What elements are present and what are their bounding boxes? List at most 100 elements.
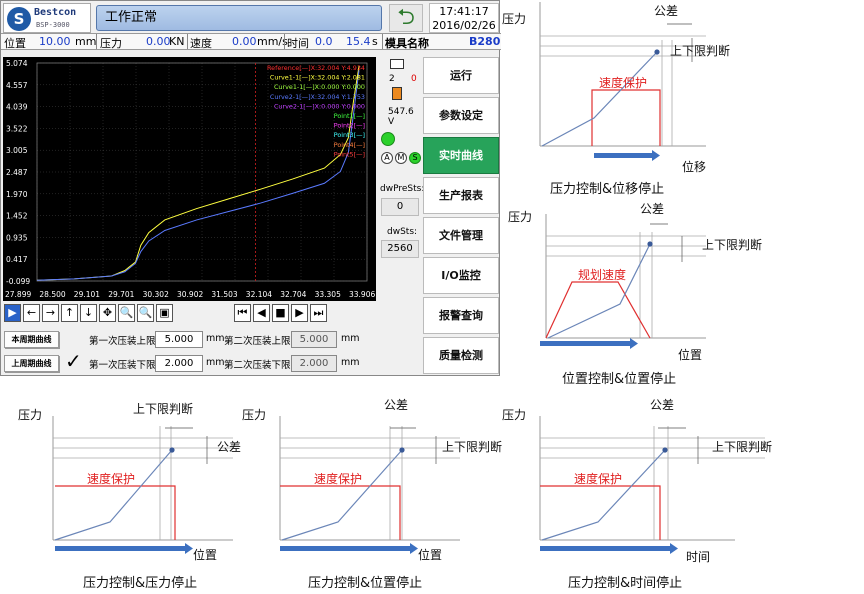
y-tick-label: 1.452: [6, 212, 28, 221]
left-icon[interactable]: ←: [23, 304, 40, 322]
x-axis-label: 时间: [686, 550, 711, 564]
refresh-icon[interactable]: ⮌: [389, 4, 423, 32]
diagram-force-control-position-stop: 压力 位置 公差 上下限判断 速度保护 压力控制&位置停止: [240, 392, 502, 591]
menu-run-button[interactable]: 运行: [423, 57, 499, 94]
limits-panel: 本周期曲线 上周期曲线 ✓ 第一次压装上限 5.000 mm 第二次压装上限 5…: [1, 327, 421, 377]
tolerance-label: 公差: [654, 4, 679, 18]
tolerance-label: 公差: [640, 202, 665, 216]
menu-realtime-curve-button[interactable]: 实时曲线: [423, 137, 499, 174]
diagram-force-control-time-stop: 压力 时间 公差 上下限判断 速度保护 压力控制&时间停止: [500, 392, 790, 591]
first-lower-input[interactable]: 2.000: [155, 355, 203, 372]
side-panel: 2 0 547.6 V A M S dwPreSts: 0 dwSts: 256…: [379, 57, 424, 327]
clock-time: 17:41:17: [439, 5, 489, 18]
direction-arrow-head: [630, 338, 638, 349]
second-upper-unit: mm: [341, 333, 360, 344]
y-tick-label: 4.039: [6, 103, 28, 112]
end-point-dot: [169, 447, 175, 453]
menu-param-settings-button[interactable]: 参数设定: [423, 97, 499, 134]
diagram-caption: 压力控制&位移停止: [550, 182, 665, 197]
force-curve-line: [281, 449, 403, 541]
x-axis-label: 位置: [418, 548, 443, 562]
y-tick-label: 0.935: [6, 233, 28, 242]
y-tick-label: 1.970: [6, 190, 28, 199]
x-tick-label: 33.906: [349, 290, 375, 299]
speed-label: 规划速度: [578, 268, 627, 282]
position-label: 位置: [4, 37, 26, 50]
zoom-out-icon[interactable]: 🔍: [137, 304, 154, 322]
y-tick-label: 3.005: [6, 146, 28, 155]
second-upper-input[interactable]: 5.000: [291, 331, 337, 348]
legend-entry: Curve1-1[—]X:0.000 Y:0.000: [274, 83, 365, 91]
second-lower-input[interactable]: 2.000: [291, 355, 337, 372]
mode-m-icon[interactable]: M: [395, 152, 407, 164]
battery-icon: [392, 87, 402, 100]
time-value-2: 15.4: [346, 35, 371, 48]
prev-icon[interactable]: ◀: [253, 304, 270, 322]
checkmark-icon[interactable]: ✓: [65, 349, 82, 373]
end-point-dot: [647, 241, 653, 247]
main-menu: 运行 参数设定 实时曲线 生产报表 文件管理 I/O监控 报警查询 质量检测: [423, 57, 500, 377]
direction-arrow-head: [670, 543, 678, 554]
this-cycle-curve-button[interactable]: 本周期曲线: [4, 331, 59, 348]
brand-name: Bestcon: [34, 7, 77, 18]
force-curve-line: [54, 449, 173, 541]
force-curve-line: [541, 449, 666, 541]
dwsts-value: 2560: [381, 240, 419, 258]
realtime-chart[interactable]: 5.074 4.557 4.039 3.522 3.005 2.487 1.970 1.452…: [3, 57, 376, 301]
up-icon[interactable]: ↑: [61, 304, 78, 322]
first-upper-input[interactable]: 5.000: [155, 331, 203, 348]
speed-profile-line: [280, 485, 401, 540]
last-cycle-curve-button[interactable]: 上周期曲线: [4, 355, 59, 372]
pan-icon[interactable]: ✥: [99, 304, 116, 322]
stop-icon[interactable]: ■: [272, 304, 289, 322]
x-axis-label: 位置: [193, 548, 218, 562]
y-tick-label: -0.099: [6, 277, 30, 286]
next-icon[interactable]: ▶: [291, 304, 308, 322]
right-icon[interactable]: →: [42, 304, 59, 322]
last-icon[interactable]: ⏭: [310, 304, 327, 322]
y-tick-label: 3.522: [6, 124, 28, 133]
speed-label: 速度: [190, 37, 212, 50]
mode-a-icon[interactable]: A: [381, 152, 393, 164]
speed-profile-line: [55, 485, 176, 540]
force-label: 压力: [100, 37, 122, 50]
legend-entry: Point2[—]: [334, 122, 365, 130]
second-upper-label: 第二次压装上限: [224, 336, 291, 347]
direction-arrow-bar: [540, 341, 630, 346]
fit-icon[interactable]: ▣: [156, 304, 173, 322]
position-unit: mm: [75, 35, 97, 48]
y-tick-label: 0.417: [6, 255, 28, 264]
speed-label: 速度保护: [87, 472, 136, 486]
first-icon[interactable]: ⏮: [234, 304, 251, 322]
brand-logo: S Bestcon BSP-3000: [3, 3, 91, 33]
play-icon[interactable]: ▶: [4, 304, 21, 322]
direction-arrow-head: [410, 543, 418, 554]
x-tick-label: 33.305: [315, 290, 341, 299]
x-axis-label: 位置: [678, 348, 703, 362]
mode-s-icon[interactable]: S: [409, 152, 421, 164]
limit-judgement-label: 上下限判断: [442, 440, 503, 454]
tolerance-label: 公差: [217, 440, 242, 454]
tolerance-label: 公差: [650, 398, 675, 412]
menu-file-management-button[interactable]: 文件管理: [423, 217, 499, 254]
menu-io-monitor-button[interactable]: I/O监控: [423, 257, 499, 294]
menu-quality-inspection-button[interactable]: 质量检测: [423, 337, 499, 374]
limit-judgement-label: 上下限判断: [702, 238, 763, 252]
hmi-window: S Bestcon BSP-3000 工作正常 ⮌ 17:41:17 2016/…: [0, 0, 501, 377]
mold-label: 模具名称: [385, 37, 429, 50]
force-curve-line: [541, 51, 658, 147]
clock: 17:41:17 2016/02/26: [429, 3, 499, 33]
info-bar: 位置 10.00 mm 压力 0.00 KN 速度 0.00 mm/s 时间 0…: [1, 33, 501, 50]
menu-production-report-button[interactable]: 生产报表: [423, 177, 499, 214]
force-unit: KN: [169, 35, 185, 48]
down-icon[interactable]: ↓: [80, 304, 97, 322]
chart-plot: 5.074 4.557 4.039 3.522 3.005 2.487 1.970 1.452…: [5, 59, 375, 299]
zoom-in-icon[interactable]: 🔍: [118, 304, 135, 322]
limit-judgement-label: 上下限判断: [133, 402, 194, 416]
diagram-caption: 压力控制&压力停止: [83, 576, 198, 591]
x-tick-label: 30.302: [143, 290, 169, 299]
diagram-drawing: [539, 416, 765, 554]
x-tick-label: 28.500: [39, 290, 65, 299]
menu-alarm-query-button[interactable]: 报警查询: [423, 297, 499, 334]
x-axis-label: 位移: [682, 160, 707, 174]
